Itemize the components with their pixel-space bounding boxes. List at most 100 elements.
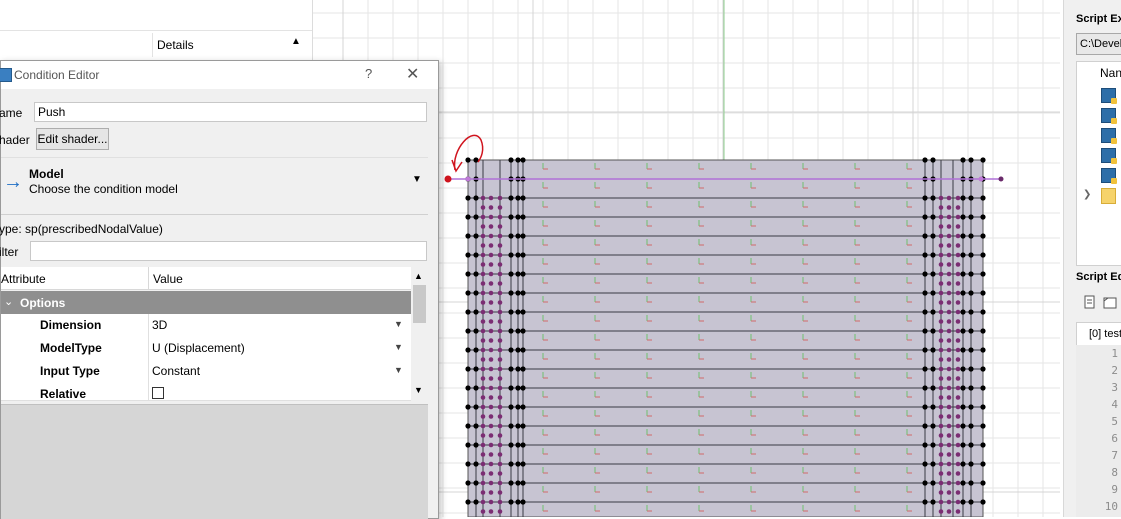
mesh-node-dense (938, 404, 944, 410)
mesh-node-dense (946, 414, 952, 419)
python-file-icon[interactable] (1101, 108, 1117, 124)
mesh-node (960, 461, 966, 467)
mesh-node (968, 499, 974, 505)
mesh-node (520, 233, 526, 239)
relative-checkbox[interactable] (152, 387, 164, 399)
python-file-icon[interactable] (1101, 88, 1117, 104)
attribute-column-header[interactable]: Attribute (1, 272, 46, 286)
property-value[interactable]: U (Displacement) (152, 341, 245, 355)
mesh-node (930, 423, 936, 429)
mesh-node-dense (946, 471, 952, 476)
mesh-node-dense (497, 195, 503, 201)
column-divider[interactable] (148, 267, 149, 289)
mesh-node (930, 233, 936, 239)
mesh-node (473, 385, 479, 391)
edit-shader-button[interactable]: Edit shader... (36, 128, 109, 150)
mesh-node (922, 347, 928, 353)
help-button[interactable]: ? (365, 66, 372, 81)
property-row-dimension[interactable]: Dimension 3D ▼ (1, 314, 411, 338)
mesh-node-dense (946, 423, 952, 429)
mesh-node (960, 480, 966, 486)
mesh-node (508, 290, 514, 296)
mesh-node (930, 328, 936, 334)
mesh-node (960, 309, 966, 315)
mesh-node-dense (955, 347, 961, 353)
new-file-icon[interactable] (1084, 295, 1095, 309)
folder-icon[interactable] (1101, 188, 1116, 204)
mesh-node-dense (955, 319, 961, 324)
scrollbar-thumb[interactable] (413, 285, 426, 323)
mesh-node (465, 442, 471, 448)
mesh-node-dense (955, 480, 961, 486)
chevron-up-icon[interactable]: ▲ (291, 36, 301, 47)
mesh-node-dense (488, 499, 494, 505)
chevron-right-icon[interactable]: ❯ (1083, 189, 1091, 200)
tree-name-header[interactable]: Nan (1100, 66, 1121, 80)
mesh-node (465, 480, 471, 486)
name-input[interactable]: Push (34, 102, 427, 122)
mesh-node (508, 328, 514, 334)
mesh-node-dense (497, 395, 503, 400)
options-group-row[interactable]: ⌄ Options (1, 291, 411, 314)
mesh-node-dense (488, 347, 494, 353)
mesh-node-dense (955, 471, 961, 476)
chevron-down-icon[interactable]: ▼ (412, 174, 422, 185)
mesh-node-dense (480, 224, 486, 229)
mesh-node-dense (946, 452, 952, 457)
mesh-node-dense (938, 309, 944, 315)
line-number: 5 (1111, 415, 1118, 428)
chevron-down-icon[interactable]: ▼ (414, 385, 423, 395)
mesh-node (980, 233, 986, 239)
mesh-node (922, 499, 928, 505)
mesh-node-dense (488, 404, 494, 410)
editor-tab[interactable]: [0] test (1076, 322, 1121, 346)
script-editor-title: Script Ed (1076, 271, 1121, 283)
value-column-header[interactable]: Value (153, 272, 183, 286)
mesh-node (968, 480, 974, 486)
mesh-node-dense (497, 385, 503, 391)
mesh-node-dense (955, 195, 961, 201)
mesh-node (922, 195, 928, 201)
property-row-relative[interactable]: Relative (1, 383, 411, 401)
close-button[interactable]: ✕ (406, 64, 419, 84)
mesh-node-dense (497, 509, 503, 514)
mesh-node-dense (955, 509, 961, 514)
line-number: 2 (1111, 364, 1118, 377)
mesh-node (465, 423, 471, 429)
line-number: 9 (1111, 483, 1118, 496)
filter-input[interactable] (30, 241, 427, 261)
property-value[interactable]: Constant (152, 364, 200, 378)
mesh-node (960, 442, 966, 448)
python-file-icon[interactable] (1101, 128, 1117, 144)
property-row-input-type[interactable]: Input Type Constant ▼ (1, 360, 411, 384)
script-path-input[interactable]: C:\Devel (1076, 33, 1121, 55)
property-value[interactable]: 3D (152, 318, 167, 332)
chevron-down-icon[interactable]: ⌄ (4, 295, 13, 308)
mesh-node-dense (488, 338, 494, 343)
mesh-node-dense (938, 214, 944, 220)
property-row-modeltype[interactable]: ModelType U (Displacement) ▼ (1, 337, 411, 361)
chevron-down-icon[interactable]: ▼ (394, 365, 403, 375)
mesh-node-dense (497, 499, 503, 505)
mesh-body (467, 159, 984, 517)
chevron-up-icon[interactable]: ▲ (414, 271, 423, 281)
mesh-node-dense (946, 442, 952, 448)
mesh-node-dense (488, 357, 494, 362)
mesh-node (960, 157, 966, 163)
python-file-icon[interactable] (1101, 168, 1117, 184)
chevron-down-icon[interactable]: ▼ (394, 319, 403, 329)
chevron-down-icon[interactable]: ▼ (394, 342, 403, 352)
mesh-node-dense (488, 395, 494, 400)
mesh-node (922, 442, 928, 448)
mesh-node-dense (480, 423, 486, 429)
line-number: 10 (1104, 500, 1118, 513)
mesh-node (508, 309, 514, 315)
mesh-node (968, 404, 974, 410)
mesh-node (930, 404, 936, 410)
open-file-icon[interactable] (1103, 297, 1117, 309)
mesh-node (508, 214, 514, 220)
filter-label: ilter (0, 245, 19, 259)
python-file-icon[interactable] (1101, 148, 1117, 164)
mesh-node (930, 499, 936, 505)
mesh-node (520, 423, 526, 429)
